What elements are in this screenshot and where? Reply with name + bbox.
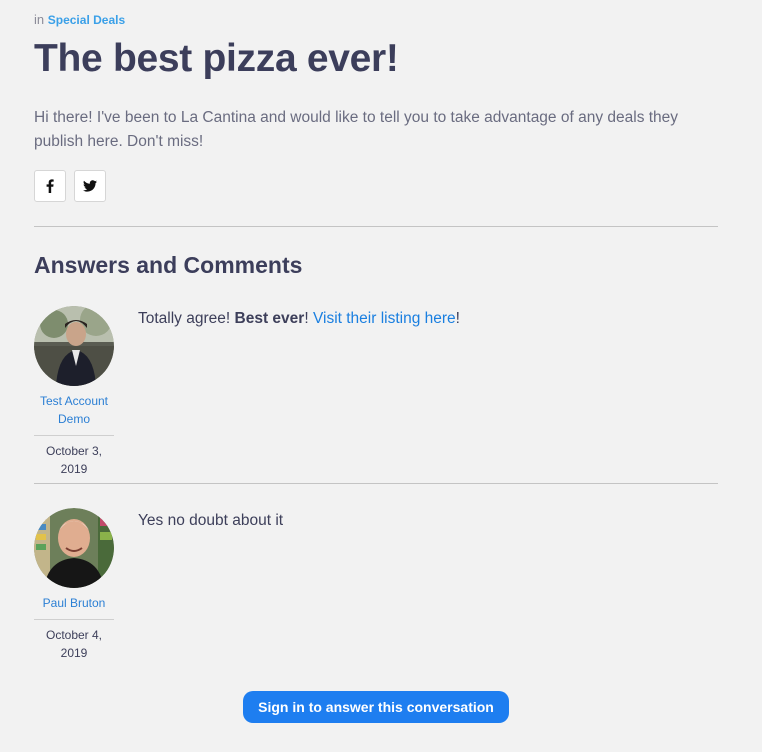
share-buttons	[34, 170, 106, 202]
comment-author: Paul Bruton October 4, 2019	[34, 508, 114, 662]
comment-text-punct: !	[455, 310, 460, 327]
post-body: Hi there! I've been to La Cantina and wo…	[34, 109, 679, 150]
comment-text-punct: !	[304, 310, 309, 327]
sign-in-button[interactable]: Sign in to answer this conversation	[243, 691, 509, 723]
post-title: The best pizza ever!	[34, 37, 399, 80]
comment-date: October 3, 2019	[45, 444, 103, 476]
comment-text: Yes no doubt about it	[138, 512, 284, 529]
facebook-share-button[interactable]	[34, 170, 66, 202]
author-name-link[interactable]: Test Account Demo	[34, 392, 114, 428]
listing-link[interactable]: Visit their listing here	[313, 310, 456, 327]
author-name-link[interactable]: Paul Bruton	[34, 594, 114, 612]
facebook-icon	[46, 179, 54, 193]
comment-text-part: Totally agree!	[138, 310, 231, 327]
comment-text-bold: Best ever	[234, 310, 305, 327]
comments-heading: Answers and Comments	[34, 252, 303, 278]
category-link[interactable]: Special Deals	[48, 13, 125, 27]
comment-divider	[34, 483, 718, 484]
section-divider	[34, 226, 718, 227]
twitter-share-button[interactable]	[74, 170, 106, 202]
author-divider	[34, 435, 114, 436]
comment-date: October 4, 2019	[45, 628, 103, 660]
breadcrumb-prefix: in	[34, 12, 45, 27]
twitter-icon	[83, 180, 97, 192]
avatar[interactable]	[34, 306, 114, 386]
author-divider	[34, 619, 114, 620]
avatar[interactable]	[34, 508, 114, 588]
breadcrumb: in Special Deals	[34, 12, 125, 27]
comment-author: Test Account Demo October 3, 2019	[34, 306, 114, 478]
comment-text: Totally agree! Best ever! Visit their li…	[138, 308, 460, 330]
